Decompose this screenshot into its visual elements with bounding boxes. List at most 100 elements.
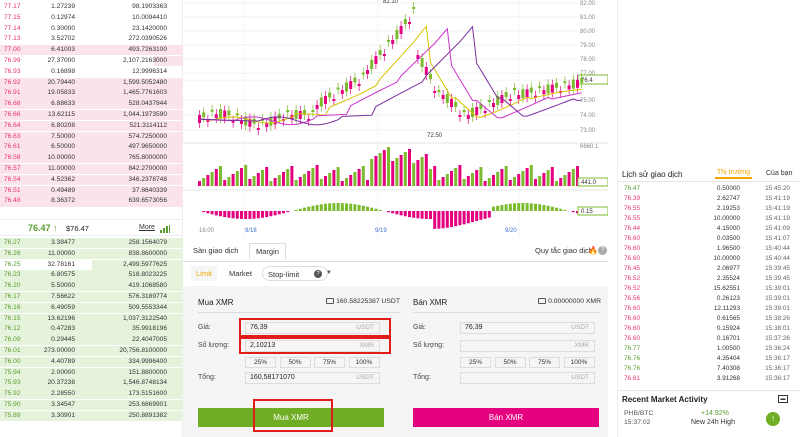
- ask-total: 2,107.2163000: [122, 57, 167, 64]
- candlestick-chart[interactable]: 82.0081.0080.0079.0078.0077.0076.475.007…: [183, 0, 609, 237]
- macd-bar: [244, 211, 248, 219]
- ask-row[interactable]: 77.14 0.30000 23.1420000: [0, 24, 183, 34]
- history-title: Lịch sử giao dịch: [622, 170, 683, 179]
- history-amount: 12.11293: [713, 305, 740, 312]
- ask-row[interactable]: 76.48 8.36372 639.6573056: [0, 196, 183, 207]
- ask-row[interactable]: 76.54 4.52362 346.2378748: [0, 174, 183, 185]
- info-icon[interactable]: ?: [314, 270, 322, 278]
- volume-bar: [319, 179, 323, 186]
- ask-row[interactable]: 76.57 11.00000 842.2700000: [0, 164, 183, 175]
- bid-row[interactable]: 75.92 2.28550 173.5151600: [0, 389, 183, 400]
- bid-row[interactable]: 76.16 6.49059 509.5553344: [0, 302, 183, 313]
- volume-bar: [462, 179, 466, 186]
- ask-row[interactable]: 76.51 0.49489 37.8640339: [0, 185, 183, 196]
- volume-bar: [240, 168, 243, 186]
- more-link[interactable]: More: [139, 224, 155, 231]
- candle: [336, 87, 340, 90]
- order-type-limit[interactable]: Limit: [191, 266, 217, 281]
- volume-bar: [563, 175, 567, 186]
- bid-row[interactable]: 75.89 3.30901 250.8891382: [0, 410, 183, 421]
- history-time: 15:41:19: [765, 215, 790, 222]
- ask-row[interactable]: 77.13 3.52702 272.0390526: [0, 34, 183, 44]
- bid-row[interactable]: 76.00 4.40789 334.9996400: [0, 356, 183, 367]
- ask-total: 272.0390526: [128, 35, 167, 43]
- tab-margin[interactable]: Margin: [249, 243, 286, 259]
- ask-row[interactable]: 76.63 7.50000 574.7250000: [0, 131, 183, 142]
- bid-row[interactable]: 76.17 7.56622 576.3189774: [0, 292, 183, 303]
- bid-row[interactable]: 75.94 2.00000 151.8800000: [0, 367, 183, 378]
- bid-row[interactable]: 75.90 3.34547 253.6869901: [0, 400, 183, 411]
- sell-total-input[interactable]: USDT: [460, 372, 595, 384]
- buy-total-input[interactable]: 160,58171070 USDT: [245, 372, 380, 384]
- percent-button[interactable]: 50%: [494, 357, 526, 368]
- macd-bar: [214, 211, 218, 216]
- bid-price: 75.89: [4, 411, 21, 419]
- bid-row[interactable]: 76.25 32.78161 2,499.5977625: [0, 259, 183, 270]
- macd-bar: [332, 203, 336, 211]
- ask-row[interactable]: 76.61 6.50000 497.9650000: [0, 142, 183, 153]
- bid-row[interactable]: 76.01 273.00000 20,756.8100000: [0, 346, 183, 357]
- bid-row[interactable]: 76.26 11.00000 838.8600000: [0, 248, 183, 259]
- ask-row[interactable]: 76.99 27.37000 2,107.2163000: [0, 56, 183, 67]
- sell-price-input[interactable]: 76,39 USDT: [460, 322, 595, 334]
- help-icon[interactable]: ?: [598, 246, 607, 255]
- candle: [450, 99, 453, 107]
- bid-row[interactable]: 75.93 20.37238 1,546.8748134: [0, 378, 183, 389]
- high-label: 82.10: [383, 0, 399, 5]
- bid-row[interactable]: 76.23 6.80575 518.8023225: [0, 270, 183, 281]
- percent-button[interactable]: 75%: [529, 357, 560, 368]
- collapse-icon[interactable]: ▬: [778, 395, 788, 403]
- bid-price: 76.12: [4, 325, 21, 333]
- sell-price-label: Giá:: [413, 324, 426, 331]
- tab-my-trades[interactable]: Của bạn: [766, 170, 792, 177]
- volume-bar: [429, 169, 432, 186]
- ask-row[interactable]: 77.17 1.27239 98.1903363: [0, 2, 183, 12]
- volume-bar: [529, 165, 533, 186]
- volume-bar: [315, 165, 319, 186]
- percent-button[interactable]: 100%: [563, 357, 595, 368]
- ask-row[interactable]: 76.93 0.16898 12.9996314: [0, 67, 183, 77]
- price-chart[interactable]: 82.0081.0080.0079.0078.0077.0076.475.007…: [183, 0, 609, 237]
- volume-bar: [198, 181, 201, 186]
- sell-form-title: Bán XMR: [413, 298, 448, 307]
- sell-button[interactable]: Bán XMR: [413, 408, 599, 427]
- bid-row[interactable]: 76.20 5.50000 419.1068580: [0, 281, 183, 292]
- bid-total: 258.1564079: [128, 239, 167, 246]
- bid-row[interactable]: 76.15 13.62196 1,037.3122540: [0, 313, 183, 324]
- ask-amount: 0.49489: [51, 186, 75, 194]
- candle: [563, 81, 567, 84]
- percent-button[interactable]: 25%: [245, 357, 276, 368]
- ask-row[interactable]: 76.58 10.00000 765.8000000: [0, 153, 183, 164]
- tab-exchange[interactable]: Sàn giao dịch: [187, 243, 244, 259]
- percent-button[interactable]: 50%: [279, 357, 311, 368]
- ask-row[interactable]: 76.66 13.62115 1,044.1973590: [0, 110, 183, 121]
- candle: [466, 115, 470, 119]
- macd-bar: [273, 211, 277, 216]
- bid-row[interactable]: 76.09 0.29445 22.4047005: [0, 335, 183, 346]
- activity-item[interactable]: PHB/BTC 15:37:02 +14.92% New 24h High ↑: [618, 407, 800, 431]
- order-type-market[interactable]: Market: [224, 266, 257, 281]
- ask-row[interactable]: 76.64 6.80208 521.3114112: [0, 120, 183, 131]
- history-price: 76.60: [624, 335, 640, 342]
- candle: [445, 94, 449, 103]
- macd-bar: [328, 203, 332, 211]
- percent-button[interactable]: 100%: [348, 357, 380, 368]
- macd-bar: [282, 211, 285, 214]
- ask-row[interactable]: 76.92 20.79440 1,599.5052480: [0, 77, 183, 88]
- bid-row[interactable]: 76.12 0.47283 35.9918196: [0, 324, 183, 335]
- ask-row[interactable]: 76.91 19.05833 1,465.7761603: [0, 88, 183, 99]
- ask-row[interactable]: 77.15 0.12974 10.0094410: [0, 13, 183, 23]
- ask-price: 76.99: [4, 57, 21, 64]
- bid-row[interactable]: 76.27 3.38477 258.1564079: [0, 238, 183, 249]
- bid-amount: 6.80575: [51, 271, 75, 279]
- ask-row[interactable]: 77.00 6.41003 493.7263100: [0, 45, 183, 56]
- percent-button[interactable]: 25%: [460, 357, 491, 368]
- chevron-down-icon[interactable]: ▼: [326, 270, 332, 276]
- sell-qty-input[interactable]: XMR: [460, 340, 595, 352]
- bid-amount: 32.78161: [47, 260, 75, 268]
- volume-bar: [387, 147, 390, 186]
- fire-icon: 🔥: [588, 246, 598, 255]
- percent-button[interactable]: 75%: [314, 357, 345, 368]
- tab-market-trades[interactable]: Thị trường: [715, 169, 753, 179]
- ask-row[interactable]: 76.68 6.88633 528.0437844: [0, 99, 183, 110]
